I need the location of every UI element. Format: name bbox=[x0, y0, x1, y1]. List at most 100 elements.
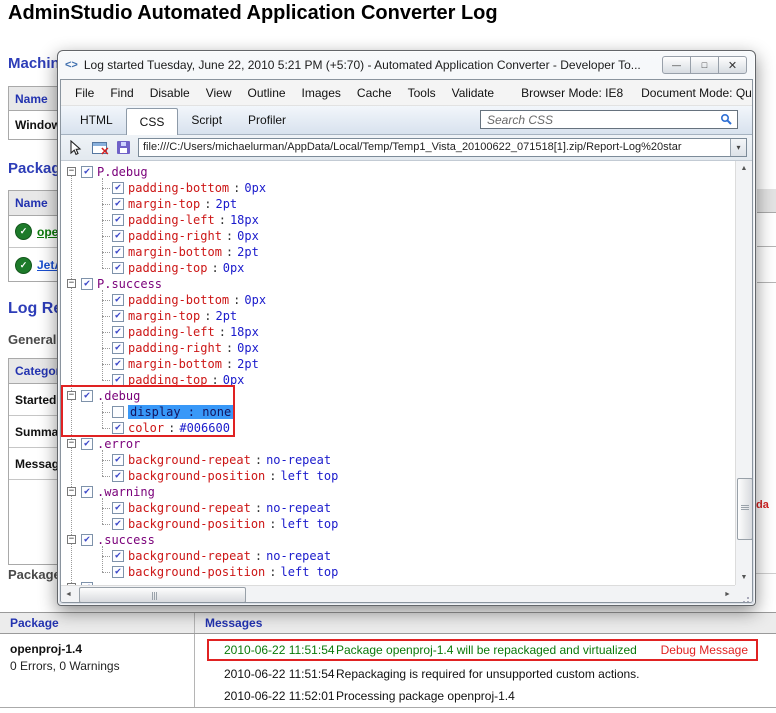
tab-profiler[interactable]: Profiler bbox=[235, 106, 299, 134]
scroll-right-icon[interactable]: ► bbox=[720, 586, 735, 602]
menu-outline[interactable]: Outline bbox=[240, 86, 294, 100]
message-timestamp: 2010-06-22 11:51:54 bbox=[224, 664, 336, 684]
tree-property-row[interactable]: ✔margin-top : 2pt bbox=[61, 308, 735, 324]
menu-images[interactable]: Images bbox=[294, 86, 349, 100]
tree-property-row[interactable]: ✔background-position : left top bbox=[61, 468, 735, 484]
style-checkbox[interactable]: ✔ bbox=[112, 198, 124, 210]
style-checkbox[interactable]: ✔ bbox=[112, 326, 124, 338]
collapse-icon[interactable]: − bbox=[67, 487, 76, 496]
search-box[interactable] bbox=[480, 110, 738, 129]
style-checkbox[interactable]: ✔ bbox=[81, 278, 93, 290]
tree-property-row[interactable]: ✔margin-top : 2pt bbox=[61, 196, 735, 212]
style-checkbox[interactable]: ✔ bbox=[112, 358, 124, 370]
tree-property-row[interactable]: ✔background-repeat : no-repeat bbox=[61, 500, 735, 516]
style-checkbox[interactable]: ✔ bbox=[112, 502, 124, 514]
tree-property-row[interactable]: ✔padding-top : 0px bbox=[61, 372, 735, 388]
tab-html[interactable]: HTML bbox=[67, 106, 126, 134]
style-checkbox[interactable]: ✔ bbox=[112, 422, 124, 434]
devtools-titlebar[interactable]: <> Log started Tuesday, June 22, 2010 5:… bbox=[58, 51, 755, 79]
tree-property-row[interactable]: ✔padding-left : 18px bbox=[61, 324, 735, 340]
mode-browser-mode-ie8[interactable]: Browser Mode: IE8 bbox=[512, 86, 632, 100]
style-checkbox[interactable]: ✔ bbox=[112, 566, 124, 578]
collapse-icon[interactable]: − bbox=[67, 167, 76, 176]
scroll-left-icon[interactable]: ◄ bbox=[61, 586, 76, 602]
search-icon[interactable] bbox=[720, 113, 733, 126]
select-element-cursor-icon[interactable] bbox=[66, 139, 84, 157]
tab-items: HTMLCSSScriptProfiler bbox=[67, 106, 299, 134]
style-checkbox[interactable]: ✔ bbox=[81, 534, 93, 546]
tree-property-row[interactable]: ✔margin-bottom : 2pt bbox=[61, 244, 735, 260]
tree-property-row[interactable]: ✔padding-top : 0px bbox=[61, 260, 735, 276]
vertical-scroll-thumb[interactable] bbox=[737, 478, 753, 540]
style-checkbox[interactable]: ✔ bbox=[112, 550, 124, 562]
collapse-icon[interactable]: − bbox=[67, 391, 76, 400]
mode-document-mode-quirks[interactable]: Document Mode: Quirks bbox=[632, 86, 753, 100]
tree-property-row[interactable]: ✔padding-bottom : 0px bbox=[61, 292, 735, 308]
scroll-down-icon[interactable]: ▼ bbox=[736, 570, 752, 585]
tree-selector-row[interactable]: −✔.success bbox=[61, 532, 735, 548]
selected-property[interactable]: display : none bbox=[128, 405, 233, 419]
tree-property-row[interactable]: ✔background-position : left top bbox=[61, 516, 735, 532]
tree-selector-row[interactable]: −✔P.debug bbox=[61, 164, 735, 180]
style-checkbox[interactable]: ✔ bbox=[112, 374, 124, 386]
vertical-scrollbar[interactable]: ▲ ▼ bbox=[735, 161, 752, 585]
search-input[interactable] bbox=[485, 113, 720, 127]
menu-view[interactable]: View bbox=[198, 86, 240, 100]
resize-grip[interactable] bbox=[735, 585, 752, 602]
tree-property-row[interactable]: ✔padding-right : 0px bbox=[61, 340, 735, 356]
tree-selector-row[interactable]: −✔.warning bbox=[61, 484, 735, 500]
style-checkbox[interactable]: ✔ bbox=[81, 438, 93, 450]
style-checkbox[interactable]: ✔ bbox=[112, 342, 124, 354]
style-checkbox[interactable]: ✔ bbox=[112, 214, 124, 226]
menu-file[interactable]: File bbox=[67, 86, 102, 100]
style-checkbox[interactable]: ✔ bbox=[112, 518, 124, 530]
style-checkbox[interactable]: ✔ bbox=[112, 294, 124, 306]
tree-property-row[interactable]: ✔padding-bottom : 0px bbox=[61, 180, 735, 196]
stylesheet-selector-combo[interactable]: file:///C:/Users/michaelurman/AppData/Lo… bbox=[138, 138, 747, 157]
clear-cache-icon[interactable]: ✕ bbox=[90, 139, 108, 157]
tree-property-row[interactable]: ✔padding-left : 18px bbox=[61, 212, 735, 228]
tree-property-row[interactable]: display : none bbox=[61, 404, 735, 420]
maximize-button[interactable]: □ bbox=[690, 56, 719, 74]
css-rule-group: −✔P.debug✔padding-bottom : 0px✔margin-to… bbox=[61, 164, 735, 276]
style-checkbox[interactable]: ✔ bbox=[81, 166, 93, 178]
menu-find[interactable]: Find bbox=[102, 86, 141, 100]
save-icon[interactable] bbox=[114, 139, 132, 157]
style-checkbox[interactable]: ✔ bbox=[112, 470, 124, 482]
menu-cache[interactable]: Cache bbox=[349, 86, 400, 100]
tree-property-row[interactable]: ✔background-repeat : no-repeat bbox=[61, 452, 735, 468]
style-checkbox[interactable]: ✔ bbox=[112, 182, 124, 194]
tab-script[interactable]: Script bbox=[178, 106, 235, 134]
collapse-icon[interactable]: − bbox=[67, 279, 76, 288]
style-checkbox[interactable]: ✔ bbox=[112, 246, 124, 258]
scroll-up-icon[interactable]: ▲ bbox=[736, 161, 752, 176]
horizontal-scrollbar[interactable]: ◄ ► bbox=[61, 585, 735, 602]
tree-property-row[interactable]: ✔margin-bottom : 2pt bbox=[61, 356, 735, 372]
menu-tools[interactable]: Tools bbox=[400, 86, 444, 100]
style-checkbox[interactable] bbox=[112, 406, 124, 418]
tree-property-row[interactable]: ✔padding-right : 0px bbox=[61, 228, 735, 244]
close-button[interactable]: ✕ bbox=[718, 56, 747, 74]
combo-dropdown-button[interactable]: ▾ bbox=[730, 139, 746, 156]
style-checkbox[interactable]: ✔ bbox=[112, 454, 124, 466]
collapse-icon[interactable]: − bbox=[67, 439, 76, 448]
tree-property-row[interactable]: ✔color : #006600 bbox=[61, 420, 735, 436]
style-checkbox[interactable]: ✔ bbox=[112, 310, 124, 322]
tree-selector-row[interactable]: −✔.debug bbox=[61, 388, 735, 404]
collapse-icon[interactable]: − bbox=[67, 535, 76, 544]
tab-css[interactable]: CSS bbox=[126, 108, 179, 135]
minimize-button[interactable]: — bbox=[662, 56, 691, 74]
menu-disable[interactable]: Disable bbox=[142, 86, 198, 100]
tree-property-row[interactable]: ✔background-repeat : no-repeat bbox=[61, 548, 735, 564]
style-checkbox[interactable]: ✔ bbox=[112, 262, 124, 274]
menu-validate[interactable]: Validate bbox=[444, 86, 502, 100]
tree-selector-row[interactable]: −✔P.success bbox=[61, 276, 735, 292]
style-checkbox[interactable]: ✔ bbox=[81, 390, 93, 402]
style-checkbox[interactable]: ✔ bbox=[112, 230, 124, 242]
horizontal-scroll-thumb[interactable] bbox=[79, 587, 246, 603]
tree-selector-row[interactable]: −✔.error bbox=[61, 436, 735, 452]
style-checkbox[interactable]: ✔ bbox=[81, 486, 93, 498]
bottom-package-heading: Package bbox=[8, 567, 61, 582]
css-property-name: padding-top bbox=[128, 373, 207, 387]
tree-property-row[interactable]: ✔background-position : left top bbox=[61, 564, 735, 580]
